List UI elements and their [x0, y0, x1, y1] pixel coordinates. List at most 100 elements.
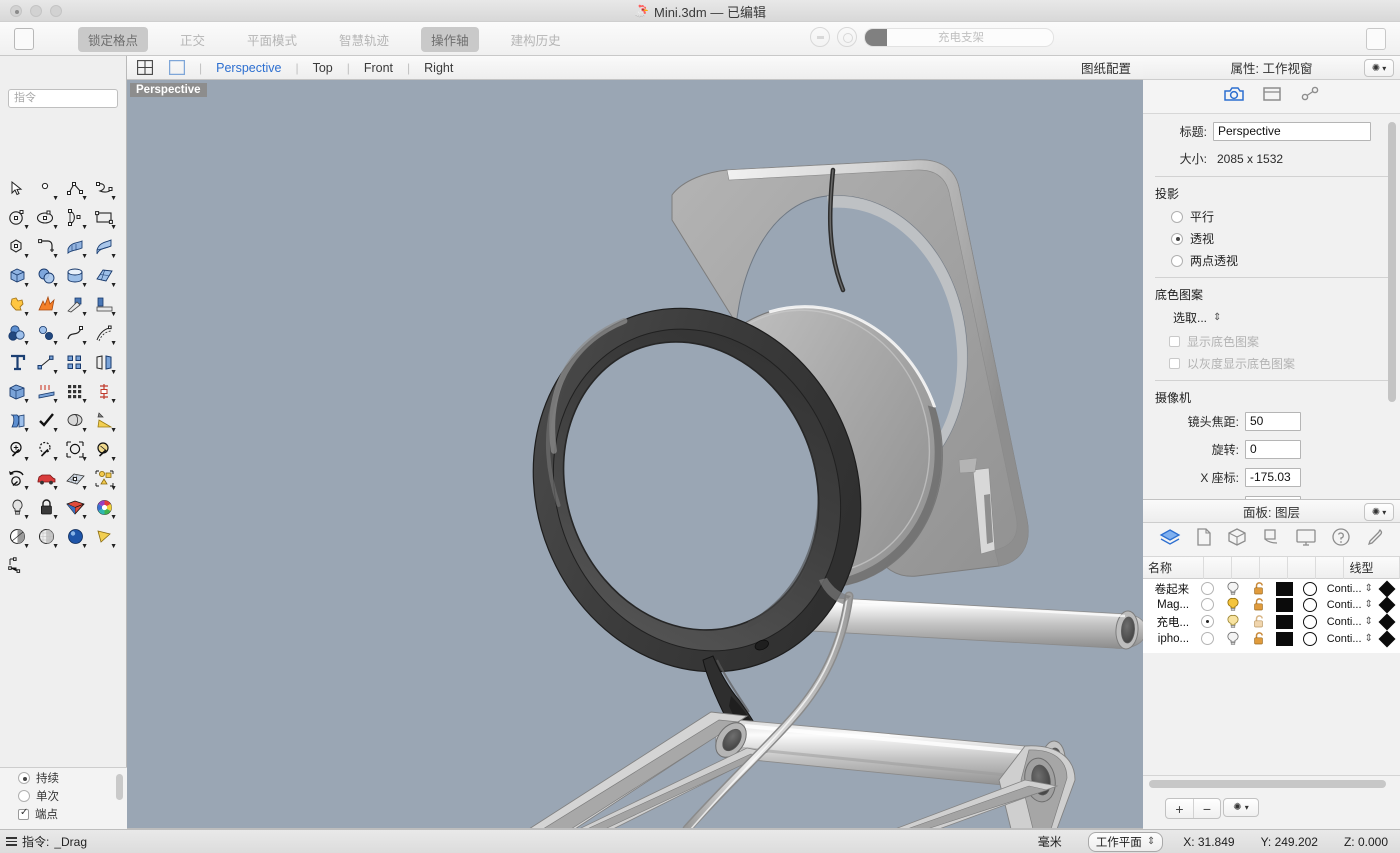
layer-visible-icon[interactable]	[1221, 581, 1247, 596]
zoom-extents-icon[interactable]: ▼	[61, 435, 90, 464]
display-properties-tab-icon[interactable]	[1260, 84, 1284, 109]
layer-linetype[interactable]: Conti...⇕	[1323, 616, 1375, 628]
cplane-icon[interactable]: ▼	[61, 464, 90, 493]
option-single[interactable]: 单次	[0, 786, 127, 804]
mode-grid-snap[interactable]: 锁定格点	[78, 27, 148, 52]
current-layer-radio[interactable]	[1201, 615, 1214, 628]
layer-target-icon[interactable]	[810, 27, 830, 47]
current-layer-radio[interactable]	[1201, 632, 1214, 645]
option-endpoint[interactable]: 端点	[0, 804, 127, 822]
move-icon[interactable]: ▼	[32, 348, 61, 377]
layer-name[interactable]: 充电...	[1143, 614, 1195, 630]
notes-tab-icon[interactable]	[1195, 527, 1213, 552]
layer-lock-icon[interactable]	[1246, 631, 1272, 646]
table-row[interactable]: ipho... Conti...⇕	[1143, 630, 1400, 647]
endpoint-checkbox[interactable]	[18, 809, 29, 820]
layer-linetype[interactable]: Conti...⇕	[1323, 583, 1375, 595]
table-row[interactable]: 充电... Conti...⇕	[1143, 613, 1400, 630]
projection-perspective-radio[interactable]	[1171, 233, 1183, 245]
viewport-tab-perspective[interactable]: Perspective	[202, 61, 295, 75]
rectangle-icon[interactable]: ▼	[90, 203, 119, 232]
table-row[interactable]: Mag... Conti...⇕	[1143, 596, 1400, 613]
projection-parallel-radio[interactable]	[1171, 211, 1183, 223]
mode-gumball[interactable]: 操作轴	[421, 27, 479, 52]
add-layer-button[interactable]: +	[1166, 799, 1193, 818]
camera-x-input[interactable]: -175.03	[1245, 468, 1301, 487]
command-input[interactable]: 指令	[8, 89, 118, 108]
viewport-tab-front[interactable]: Front	[350, 61, 407, 75]
print-color-chip[interactable]	[1303, 598, 1317, 612]
right-panel-toggle-button[interactable]	[1366, 28, 1386, 50]
single-view-layout-icon[interactable]	[169, 60, 187, 76]
sphere-icon[interactable]: ▼	[32, 261, 61, 290]
layers-tab-icon[interactable]	[1159, 527, 1181, 552]
blocks-tab-icon[interactable]	[1227, 527, 1247, 552]
current-layer-radio[interactable]	[1201, 598, 1214, 611]
ghosted-view-icon[interactable]: ▼	[32, 522, 61, 551]
viewport-properties-tab-icon[interactable]	[1222, 84, 1246, 109]
render-preview-icon[interactable]: ▼	[61, 406, 90, 435]
mode-history[interactable]: 建构历史	[501, 27, 571, 52]
explode-icon[interactable]: ▼	[32, 290, 61, 319]
print-color-chip[interactable]	[1303, 582, 1317, 596]
wallpaper-gray-checkbox[interactable]	[1169, 358, 1180, 369]
layers-gear-button[interactable]: ✺▾	[1364, 503, 1394, 521]
object-properties-tab-icon[interactable]	[1298, 84, 1322, 109]
cplane-selector[interactable]: 工作平面 ⇕	[1088, 832, 1163, 852]
current-layer-selector[interactable]: 充电支架	[864, 28, 1054, 47]
car-icon[interactable]: ▼	[32, 464, 61, 493]
dimension-icon[interactable]: ▼	[90, 377, 119, 406]
color-wheel-icon[interactable]: ▼	[90, 493, 119, 522]
layer-color-chip[interactable]	[1276, 632, 1293, 646]
layout-tab[interactable]: 图纸配置	[1081, 58, 1131, 77]
wallpaper-show-checkbox[interactable]	[1169, 336, 1180, 347]
option-persistent[interactable]: 持续	[0, 768, 127, 786]
ellipse-icon[interactable]: ▼	[32, 203, 61, 232]
layer-lock-icon[interactable]	[1246, 597, 1272, 612]
split-icon[interactable]: ▼	[90, 290, 119, 319]
perspective-viewport[interactable]: Perspective	[127, 80, 1143, 829]
properties-gear-button[interactable]: ✺▾	[1364, 59, 1394, 77]
zoom-window-icon[interactable]: ▼	[90, 435, 119, 464]
help-tab-icon[interactable]	[1331, 527, 1351, 552]
layer-visible-icon[interactable]	[1221, 597, 1247, 612]
annotate-icon[interactable]	[3, 551, 32, 580]
polyline-icon[interactable]: ▼	[61, 174, 90, 203]
viewport-name-label[interactable]: Perspective	[130, 83, 207, 97]
cap-holes-icon[interactable]: ▼	[3, 377, 32, 406]
viewport-title-input[interactable]: Perspective	[1213, 122, 1371, 141]
print-color-chip[interactable]	[1303, 632, 1317, 646]
eyedropper-tab-icon[interactable]	[1365, 527, 1385, 552]
layer-linetype[interactable]: Conti...⇕	[1323, 599, 1375, 611]
remove-layer-button[interactable]: −	[1193, 799, 1220, 818]
properties-scrollbar[interactable]	[1388, 122, 1396, 402]
layer-visible-icon[interactable]	[1221, 631, 1247, 646]
select-arrow-icon[interactable]	[3, 174, 32, 203]
table-row[interactable]: 卷起来 Conti...⇕	[1143, 579, 1400, 596]
light-bulb-icon[interactable]: ▼	[3, 493, 32, 522]
layer-color-chip[interactable]	[1276, 598, 1293, 612]
point-icon[interactable]: ▼	[32, 174, 61, 203]
grid-array-icon[interactable]: ▼	[61, 377, 90, 406]
text-icon[interactable]	[3, 348, 32, 377]
shaded-view-icon[interactable]: ▼	[3, 522, 32, 551]
box-icon[interactable]: ▼	[3, 261, 32, 290]
rotate-view-icon[interactable]: ▼	[3, 464, 32, 493]
boolean-intersection-icon[interactable]: ▼	[32, 319, 61, 348]
extrude-surface-icon[interactable]: ▼	[90, 232, 119, 261]
command-menu-icon[interactable]	[6, 835, 17, 848]
cylinder-icon[interactable]: ▼	[61, 261, 90, 290]
rendered-view-icon[interactable]: ▼	[61, 522, 90, 551]
layer-color-chip[interactable]	[1276, 582, 1293, 596]
circle-icon[interactable]: ▼	[3, 203, 32, 232]
wallpaper-select-button[interactable]: 选取... ⇕	[1143, 309, 1400, 326]
array-icon[interactable]: ▼	[61, 348, 90, 377]
print-width-chip[interactable]	[1379, 580, 1396, 597]
named-view-icon[interactable]: ▼	[90, 522, 119, 551]
polygon-icon[interactable]: ▼	[3, 232, 32, 261]
projection-two-point-radio[interactable]	[1171, 255, 1183, 267]
layer-linetype[interactable]: Conti...⇕	[1323, 633, 1375, 645]
print-width-chip[interactable]	[1379, 630, 1396, 647]
arc-icon[interactable]: ▼	[61, 203, 90, 232]
named-views-tab-icon[interactable]	[1261, 527, 1281, 552]
